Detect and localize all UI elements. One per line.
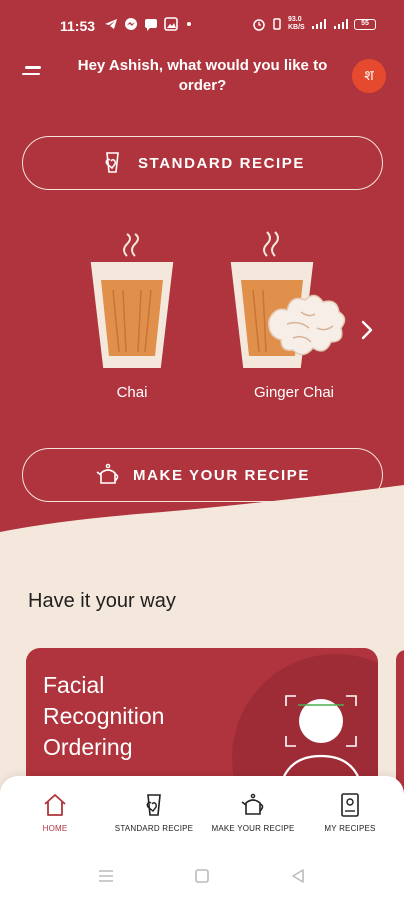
battery-icon: 55 [354,18,376,30]
gallery-icon [164,17,178,31]
next-card-edge[interactable] [396,650,404,800]
recipe-chai[interactable]: Chai [72,228,192,401]
recipe-name: Chai [116,384,148,401]
home-square-icon[interactable] [192,866,212,886]
kettle-icon [241,793,264,815]
card-title: Facial Recognition Ordering [43,672,165,760]
recents-menu-icon[interactable] [96,866,116,886]
avatar[interactable]: श [352,59,386,93]
nav-home[interactable]: HOME [5,792,105,833]
home-icon [44,794,66,816]
recipe-ginger-chai[interactable]: Ginger Chai [214,228,374,401]
network-speed: 93.0 KB/S [288,16,305,31]
signal-2-icon [334,19,348,29]
ginger-chai-glass-icon [230,231,346,368]
alarm-icon [253,19,265,31]
chai-glass-icon [90,233,174,368]
telegram-icon [104,17,118,31]
system-navigation-bar [0,858,404,894]
nav-label: HOME [42,824,68,833]
nav-make-your-recipe[interactable]: MAKE YOUR RECIPE [203,792,303,833]
status-time: 11:53 [60,18,96,34]
nav-my-recipes[interactable]: MY RECIPES [300,792,400,833]
section-title: Have it your way [28,590,176,612]
status-bar: 11:53 93.0 KB/S 55 [0,0,404,50]
signal-icon [312,19,326,29]
nav-label: MY RECIPES [324,824,376,833]
chevron-right-icon[interactable] [358,318,378,342]
back-triangle-icon[interactable] [288,866,308,886]
battery-level: 55 [361,19,369,27]
kettle-icon [96,463,119,484]
nav-label: STANDARD RECIPE [114,824,194,833]
standard-recipe-label: STANDARD RECIPE [137,154,306,172]
nav-label: MAKE YOUR RECIPE [211,824,295,833]
messenger-icon [124,17,138,31]
system-status-icons: 93.0 KB/S 55 [252,16,376,32]
nav-standard-recipe[interactable]: STANDARD RECIPE [104,792,204,833]
recipe-name: Ginger Chai [253,384,335,401]
standard-recipe-button[interactable]: STANDARD RECIPE [22,136,383,190]
dot-icon [184,17,198,31]
make-your-recipe-label: MAKE YOUR RECIPE [132,466,310,484]
menu-icon[interactable] [22,66,44,82]
recipe-book-icon [341,793,359,817]
notification-icons [104,17,198,31]
greeting-text: Hey Ashish, what would you like to order… [77,57,328,94]
message-icon [144,17,158,31]
vibrate-icon [273,18,281,30]
cup-icon [105,152,119,173]
cup-icon [146,794,161,816]
make-your-recipe-button[interactable]: MAKE YOUR RECIPE [22,448,383,502]
